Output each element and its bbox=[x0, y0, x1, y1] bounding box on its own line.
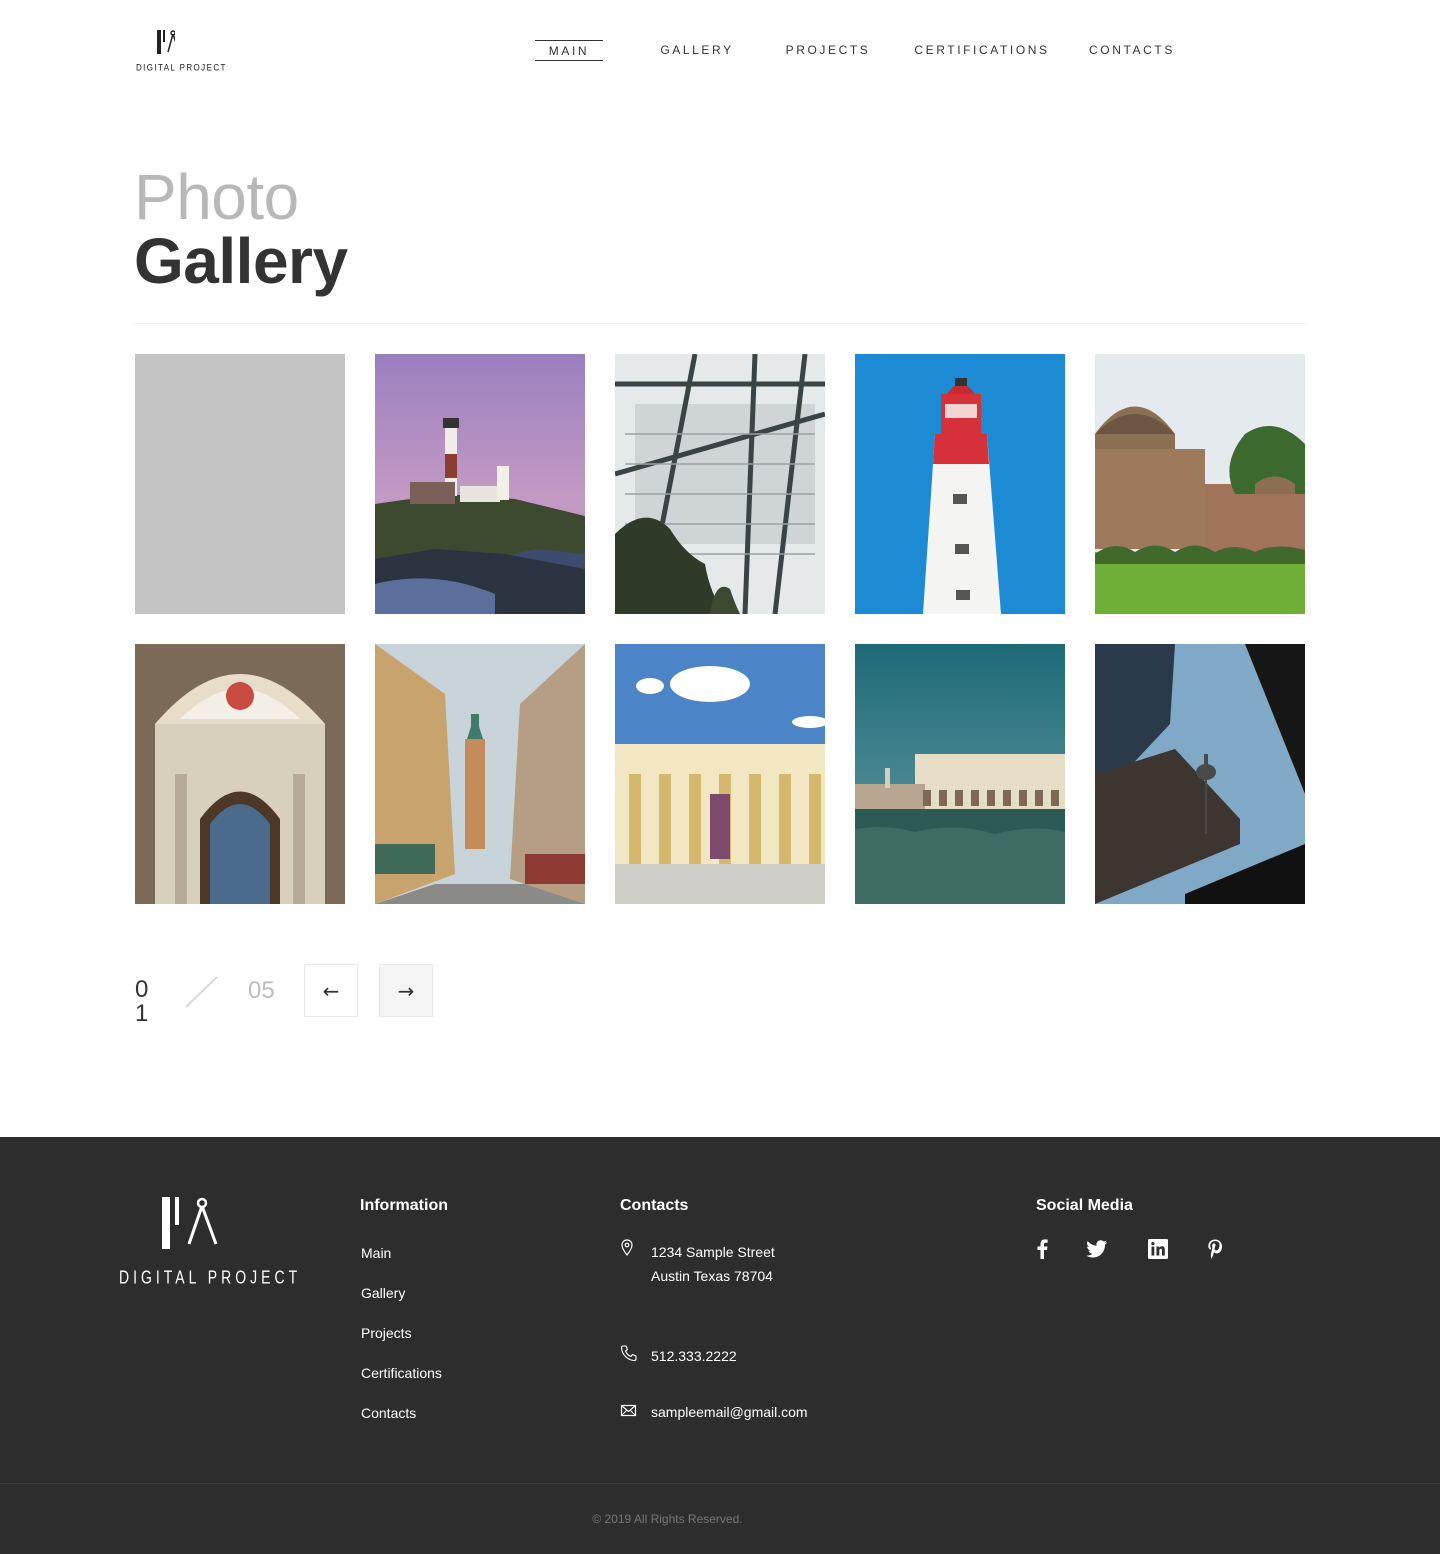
next-page-button[interactable]: → bbox=[379, 964, 433, 1017]
prev-page-button[interactable]: ← bbox=[304, 964, 358, 1017]
gallery-image-city-street-tower[interactable] bbox=[375, 644, 585, 904]
footer-link-contacts[interactable]: Contacts bbox=[361, 1404, 416, 1422]
arrow-right-icon: → bbox=[397, 978, 415, 1003]
location-pin-icon bbox=[621, 1239, 633, 1256]
contact-address-line1: 1234 Sample Street bbox=[651, 1244, 775, 1260]
arrow-left-icon: ← bbox=[322, 978, 340, 1003]
gallery-image-colonnade-building[interactable] bbox=[615, 644, 825, 904]
page-title-bold: Gallery bbox=[134, 225, 348, 297]
logo-text: DIGITAL PROJECT bbox=[136, 62, 227, 73]
footer-logo[interactable]: DIGITAL PROJECT bbox=[119, 1194, 297, 1289]
pagination-slash-icon bbox=[185, 976, 218, 1008]
footer-heading-information: Information bbox=[360, 1197, 448, 1214]
logo-mark-icon bbox=[162, 1197, 218, 1249]
footer-logo-text: DIGITAL PROJECT bbox=[119, 1266, 302, 1288]
nav-item-gallery[interactable]: GALLERY bbox=[655, 40, 739, 61]
footer-heading-social: Social Media bbox=[1036, 1197, 1133, 1214]
phone-icon bbox=[620, 1345, 637, 1362]
linkedin-icon[interactable] bbox=[1146, 1237, 1170, 1261]
pinterest-icon[interactable] bbox=[1203, 1237, 1227, 1261]
pagination-total: 05 bbox=[248, 977, 275, 1004]
envelope-icon bbox=[620, 1404, 637, 1417]
footer-link-certifications[interactable]: Certifications bbox=[361, 1364, 442, 1382]
nav-item-main[interactable]: MAIN bbox=[535, 40, 603, 61]
page-title-light: Photo bbox=[134, 161, 299, 233]
twitter-icon[interactable] bbox=[1085, 1237, 1109, 1261]
copyright-text: © 2019 All Rights Reserved. bbox=[592, 1512, 743, 1526]
pagination-current: 01 bbox=[135, 976, 149, 1027]
footer-divider bbox=[0, 1483, 1440, 1484]
nav-item-certifications[interactable]: CERTIFICATIONS bbox=[912, 40, 1052, 61]
nav-item-projects[interactable]: PROJECTS bbox=[782, 40, 874, 61]
nav-item-contacts[interactable]: CONTACTS bbox=[1084, 40, 1180, 61]
footer: DIGITAL PROJECT Information Main Gallery… bbox=[0, 1137, 1440, 1554]
footer-link-gallery[interactable]: Gallery bbox=[361, 1284, 405, 1302]
gallery-image-skyscrapers-tower[interactable] bbox=[1095, 644, 1305, 904]
facebook-icon[interactable] bbox=[1030, 1237, 1054, 1261]
title-divider bbox=[135, 323, 1305, 324]
gallery-image-red-white-lighthouse[interactable] bbox=[855, 354, 1065, 614]
gallery-image-greenhouse-roof[interactable] bbox=[615, 354, 825, 614]
footer-link-projects[interactable]: Projects bbox=[361, 1324, 412, 1342]
gallery-image-placeholder[interactable] bbox=[135, 354, 345, 614]
contact-email[interactable]: sampleemail@gmail.com bbox=[651, 1400, 808, 1424]
gallery-image-tomb-monument[interactable] bbox=[1095, 354, 1305, 614]
gallery-image-church-altar[interactable] bbox=[135, 644, 345, 904]
contact-address-line2: Austin Texas 78704 bbox=[651, 1268, 773, 1284]
gallery-image-venice-palace[interactable] bbox=[855, 644, 1065, 904]
gallery-image-lighthouse-sunset[interactable] bbox=[375, 354, 585, 614]
main-nav: MAIN GALLERY PROJECTS CERTIFICATIONS CON… bbox=[0, 40, 1440, 62]
footer-heading-contacts: Contacts bbox=[620, 1197, 689, 1214]
footer-link-main[interactable]: Main bbox=[361, 1244, 391, 1262]
contact-phone[interactable]: 512.333.2222 bbox=[651, 1344, 737, 1368]
